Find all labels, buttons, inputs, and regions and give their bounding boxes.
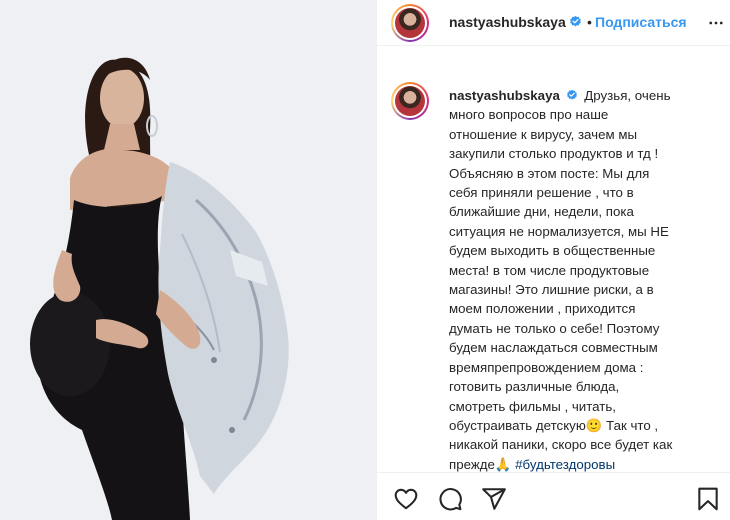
caption-line: времяпрепровождением дома : (449, 359, 644, 375)
bookmark-icon[interactable] (695, 486, 721, 512)
caption-line: никакой паники, скоро все будет как (449, 437, 673, 453)
author-avatar[interactable] (391, 4, 429, 42)
pray-emoji: 🙏 (494, 456, 512, 472)
caption-username[interactable]: nastyashubskaya (449, 88, 560, 103)
comment-icon[interactable] (437, 486, 463, 512)
header-separator: • (587, 14, 592, 30)
more-horizontal-icon[interactable] (707, 14, 725, 32)
caption-line: много вопросов про наше (449, 107, 609, 123)
caption-line: магазины! Это лишние риски, а в (449, 282, 654, 298)
post-side-panel: nastyashubskaya • Подписаться nastyashub… (376, 0, 730, 520)
caption-line: обустраивать детскую (449, 417, 586, 433)
caption-line: готовить различные блюда, (449, 379, 620, 395)
caption-line: закупили столько продуктов и тд ! (449, 146, 659, 162)
caption-author-avatar[interactable] (391, 82, 429, 120)
caption-line: Друзья, очень (584, 88, 671, 103)
caption-line: моем положении , приходится (449, 301, 636, 317)
verified-badge-icon (566, 89, 577, 100)
instagram-post: nastyashubskaya • Подписаться nastyashub… (0, 0, 730, 520)
smile-emoji: 🙂 Так что , (585, 417, 659, 433)
caption-line: прежде (449, 456, 495, 472)
hashtag-link[interactable]: #будьтездоровы (515, 457, 615, 472)
post-photo-illustration (0, 0, 376, 520)
share-icon[interactable] (481, 486, 507, 512)
post-header: nastyashubskaya • Подписаться (377, 0, 730, 46)
caption-line: будем наслаждаться совместным (449, 340, 658, 356)
caption-line: себя приняли решение , что в (449, 185, 634, 201)
post-photo[interactable] (0, 0, 376, 520)
verified-badge-icon (570, 15, 581, 27)
caption-line: отношение к вирусу, зачем мы (449, 126, 638, 142)
author-username[interactable]: nastyashubskaya (449, 14, 566, 30)
caption-line: смотреть фильмы , читать, (449, 398, 616, 414)
caption-line: Объясняю в этом посте: Мы для (449, 165, 650, 181)
post-action-bar (377, 472, 730, 520)
caption-line: думать не только о себе! Поэтому (449, 320, 660, 336)
heart-icon[interactable] (393, 486, 419, 512)
follow-button[interactable]: Подписаться (595, 14, 687, 30)
caption-line: будем выходить в общественные (449, 243, 656, 259)
caption-line: ситуация не нормализуется, мы НЕ (449, 223, 669, 239)
caption-line: ближайшие дни, недели, пока (449, 204, 634, 220)
caption-line: места! в том числе продуктовые (449, 262, 650, 278)
caption-text: nastyashubskaya Друзья, очень много вопр… (449, 86, 709, 474)
